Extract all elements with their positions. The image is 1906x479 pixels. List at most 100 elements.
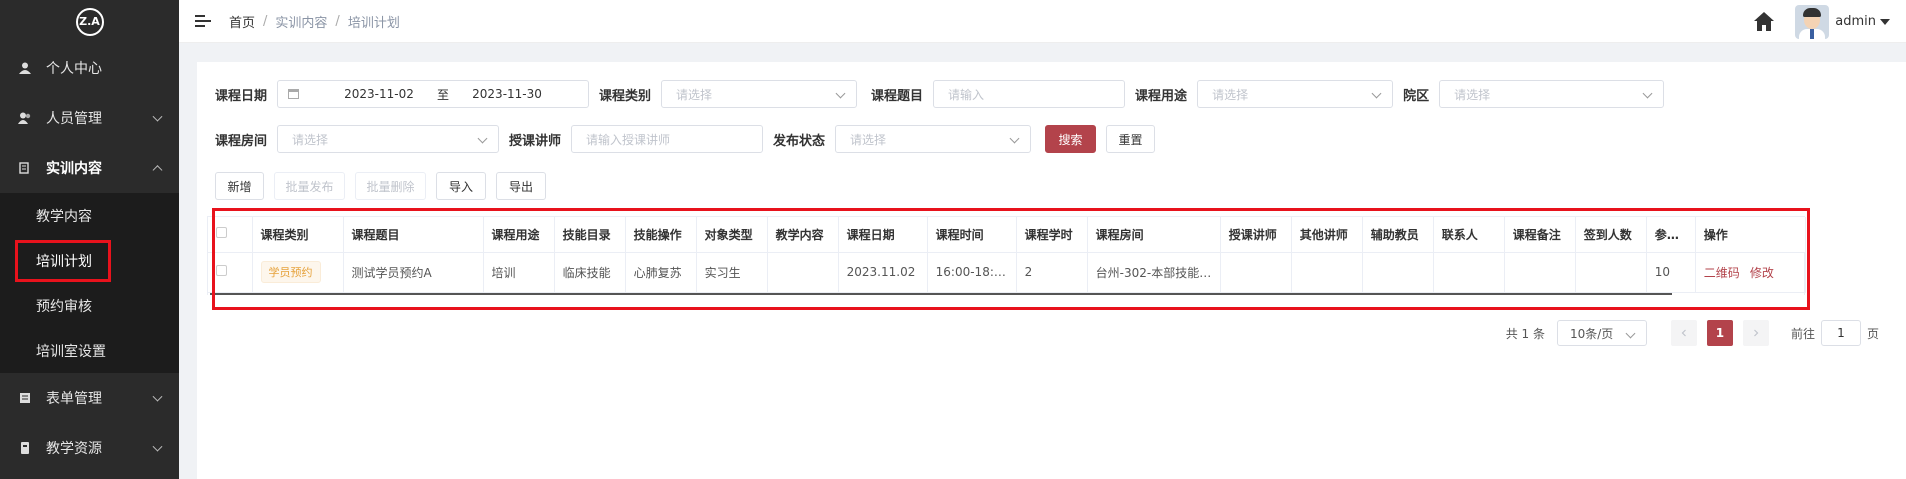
avatar[interactable] [1795,4,1830,39]
sidebar-subitem-label: 培训室设置 [36,343,106,360]
category-select[interactable]: 请选择 [661,80,858,108]
sidebar-item-personal[interactable]: 个人中心 [0,43,179,93]
main-panel: 课程日期 2023-11-02 至 2023-11-30 课程类别 请选择 课程… [197,62,1906,479]
calendar-icon [288,89,300,99]
reset-button[interactable]: 重置 [1106,125,1156,153]
batch-delete-button[interactable]: 批量删除 [355,172,426,200]
table-header: 课程题目 [343,217,484,253]
campus-select[interactable]: 请选择 [1439,80,1665,108]
table-header: 课程类别 [252,217,344,253]
sidebar: Z.A 个人中心 人员管理 实训内容 教学内容 培训计划 预约审核 培训室设置 [0,0,179,479]
breadcrumb-training: 实训内容 [275,15,328,31]
filter-row-2: 课程房间 请选择 授课讲师 请输入授课讲师 发布状态 请选择 搜索 重置 [215,124,1156,154]
next-page-button[interactable] [1742,320,1769,346]
sidebar-subitem-booking-review[interactable]: 预约审核 [0,283,179,328]
status-select[interactable]: 请选择 [835,125,1032,153]
cell-note [1504,252,1576,293]
cell-purpose: 培训 [483,252,555,293]
search-button[interactable]: 搜索 [1045,125,1097,153]
add-button[interactable]: 新增 [215,172,264,200]
row-checkbox-cell [208,252,253,293]
home-icon[interactable] [1753,11,1775,32]
horizontal-scrollbar[interactable] [210,292,1672,295]
table-header: 课程用途 [483,217,555,253]
date-start[interactable]: 2023-11-02 [331,87,427,101]
breadcrumb-current: 培训计划 [347,15,400,31]
table-header: 参加人数 [1646,217,1696,253]
pagination-total: 共 1 条 [1505,326,1545,341]
edit-link[interactable]: 修改 [1750,266,1774,280]
table-header: 对象类型 [696,217,768,253]
table-header: 教学内容 [767,217,839,253]
prev-page-button[interactable] [1670,320,1697,346]
page-size-select[interactable]: 10条/页 [1556,320,1647,346]
users-icon [18,111,32,125]
topbar: 首页 / 实训内容 / 培训计划 admin [179,0,1906,43]
pagination: 共 1 条 10条/页 1 前往 1 页 [1506,320,1879,346]
sidebar-item-personnel[interactable]: 人员管理 [0,93,179,143]
page-number-current[interactable]: 1 [1706,320,1733,346]
breadcrumb-separator: / [335,13,340,29]
sidebar-item-forms[interactable]: 表单管理 [0,373,179,423]
batch-publish-button[interactable]: 批量发布 [274,172,345,200]
row-checkbox[interactable] [216,265,227,276]
breadcrumb-separator: / [263,13,268,29]
chevron-down-icon [152,111,163,122]
qr-code-link[interactable]: 二维码 [1704,266,1740,280]
caret-down-icon[interactable] [1880,18,1890,25]
table-header: 签到人数 [1575,217,1647,253]
cell-actions: 二维码 修改 [1695,252,1807,293]
user-name[interactable]: admin [1835,14,1876,29]
chevron-left-icon [1681,329,1686,337]
sidebar-subitem-room-settings[interactable]: 培训室设置 [0,328,179,373]
export-button[interactable]: 导出 [496,172,546,200]
table-header: 技能目录 [554,217,626,253]
goto-suffix: 页 [1866,326,1879,341]
chevron-right-icon [1754,329,1759,337]
teacher-input[interactable]: 请输入授课讲师 [571,125,764,153]
table-header: 课程房间 [1087,217,1221,253]
date-end[interactable]: 2023-11-30 [459,87,555,101]
user-icon [18,61,32,75]
room-select[interactable]: 请选择 [277,125,500,153]
table-row: 学员预约 测试学员预约A 培训 临床技能 心肺复苏 实习生 2023.11.02… [208,252,1807,293]
breadcrumb-home[interactable]: 首页 [229,12,255,31]
import-button[interactable]: 导入 [436,172,486,200]
table-header: 课程日期 [838,217,928,253]
cell-skill-dir: 临床技能 [554,252,626,293]
teacher-label: 授课讲师 [509,133,562,149]
room-placeholder: 请选择 [292,132,329,147]
table-header-row: 课程类别 课程题目 课程用途 技能目录 技能操作 对象类型 教学内容 课程日期 … [208,217,1807,253]
status-placeholder: 请选择 [850,132,887,147]
cell-date: 2023.11.02 [838,252,928,293]
sidebar-item-label: 个人中心 [46,61,102,77]
cell-signin [1575,252,1647,293]
cell-time: 16:00-18:00 [927,252,1017,293]
purpose-select[interactable]: 请选择 [1197,80,1394,108]
category-placeholder: 请选择 [676,87,713,102]
cell-teacher [1220,252,1292,293]
form-icon [18,391,32,405]
sidebar-subitem-label: 预约审核 [36,298,92,315]
menu-toggle-icon[interactable] [195,15,211,27]
sidebar-item-training[interactable]: 实训内容 [0,143,179,193]
sidebar-subitem-training-plan[interactable]: 培训计划 [0,238,179,283]
logo-icon: Z.A [75,7,104,36]
topic-input[interactable]: 请输入 [933,80,1126,108]
chevron-down-icon [152,441,163,452]
submenu: 教学内容 培训计划 预约审核 培训室设置 [0,193,179,373]
cell-content [767,252,839,293]
cell-other-teacher [1291,252,1363,293]
sidebar-subitem-teaching-content[interactable]: 教学内容 [0,193,179,238]
campus-label: 院区 [1403,88,1430,104]
date-range-picker[interactable]: 2023-11-02 至 2023-11-30 [277,80,590,108]
table-header: 操作 [1695,217,1807,253]
select-all-checkbox[interactable] [216,227,227,239]
goto-page-input[interactable]: 1 [1820,320,1861,346]
header-checkbox-cell [208,217,253,253]
sidebar-item-resources[interactable]: 教学资源 [0,423,179,473]
sidebar-subitem-label: 培训计划 [15,239,111,282]
topic-label: 课程题目 [871,88,924,104]
book-icon [18,161,32,175]
cell-attend: 10 [1646,252,1696,293]
